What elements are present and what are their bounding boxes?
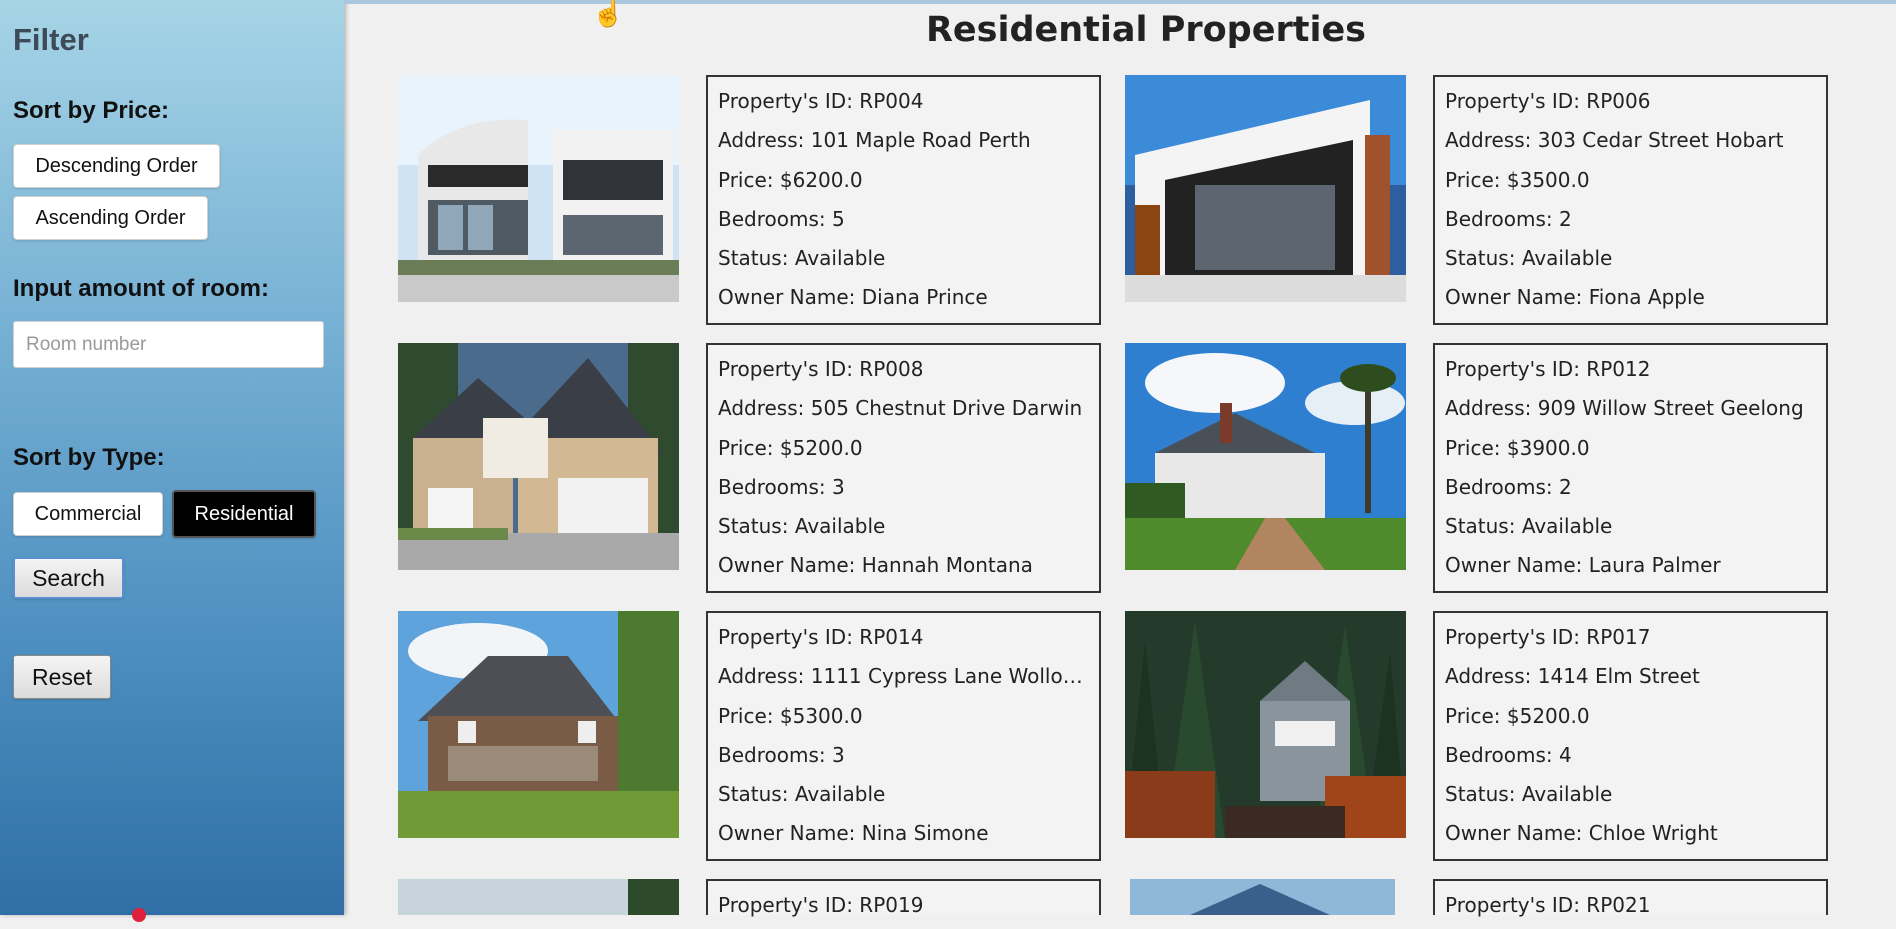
property-status: Status: Available	[718, 782, 886, 807]
property-owner: Owner Name: Fiona Apple	[1445, 285, 1705, 310]
property-photo-rp014[interactable]	[398, 611, 679, 838]
property-status: Status: Available	[718, 514, 886, 539]
property-owner: Owner Name: Diana Prince	[718, 285, 988, 310]
filter-sidebar: Filter Sort by Price: Descending Order A…	[0, 0, 344, 922]
property-address: Address: 909 Willow Street Geelong	[1445, 396, 1804, 421]
page-title: Residential Properties	[925, 10, 1367, 50]
property-photo-rp021[interactable]	[1130, 879, 1395, 915]
property-bedrooms: Bedrooms: 5	[718, 206, 845, 231]
sort-by-type-label: Sort by Type:	[13, 444, 165, 471]
property-photo-rp019[interactable]	[398, 879, 679, 915]
ascending-order-button[interactable]: Ascending Order	[13, 196, 208, 240]
property-status: Status: Available	[1445, 246, 1613, 271]
property-bedrooms: Bedrooms: 2	[1445, 206, 1572, 231]
property-photo-rp017[interactable]	[1125, 611, 1406, 838]
property-card-rp017: Property's ID: RP017 Address: 1414 Elm S…	[1433, 611, 1828, 861]
sort-by-price-label: Sort by Price:	[13, 97, 170, 124]
property-bedrooms: Bedrooms: 3	[718, 742, 845, 767]
property-id: Property's ID: RP004	[718, 89, 924, 113]
property-price: Price: $5200.0	[1445, 703, 1590, 728]
property-address: Address: 1111 Cypress Lane Wollongo...	[718, 664, 1090, 689]
property-owner: Owner Name: Nina Simone	[718, 821, 989, 846]
property-card-rp008: Property's ID: RP008 Address: 505 Chestn…	[706, 343, 1101, 593]
property-address: Address: 303 Cedar Street Hobart	[1445, 128, 1784, 153]
property-card-rp006: Property's ID: RP006 Address: 303 Cedar …	[1433, 75, 1828, 325]
property-status: Status: Available	[1445, 514, 1613, 539]
filter-title: Filter	[13, 22, 89, 57]
window-top-strip	[344, 0, 1896, 4]
property-photo-rp004[interactable]	[398, 75, 679, 302]
recording-dot	[132, 908, 146, 922]
property-price: Price: $3900.0	[1445, 435, 1590, 460]
property-id: Property's ID: RP008	[718, 357, 924, 381]
property-price: Price: $3500.0	[1445, 167, 1590, 192]
property-bedrooms: Bedrooms: 4	[1445, 742, 1572, 767]
property-card-rp004: Property's ID: RP004 Address: 101 Maple …	[706, 75, 1101, 325]
property-address: Address: 1414 Elm Street	[1445, 664, 1700, 689]
property-card-rp014: Property's ID: RP014 Address: 1111 Cypre…	[706, 611, 1101, 861]
property-id: Property's ID: RP021	[1445, 893, 1651, 917]
property-id: Property's ID: RP017	[1445, 625, 1651, 649]
residential-button[interactable]: Residential	[172, 490, 316, 538]
property-price: Price: $6200.0	[718, 167, 863, 192]
property-id: Property's ID: RP012	[1445, 357, 1651, 381]
commercial-button[interactable]: Commercial	[13, 492, 163, 536]
property-card-rp012: Property's ID: RP012 Address: 909 Willow…	[1433, 343, 1828, 593]
property-photo-rp008[interactable]	[398, 343, 679, 570]
search-button[interactable]: Search	[13, 557, 124, 599]
property-status: Status: Available	[718, 246, 886, 271]
property-price: Price: $5300.0	[718, 703, 863, 728]
property-price: Price: $5200.0	[718, 435, 863, 460]
room-amount-label: Input amount of room:	[13, 275, 269, 302]
property-bedrooms: Bedrooms: 2	[1445, 474, 1572, 499]
property-status: Status: Available	[1445, 782, 1613, 807]
reset-button[interactable]: Reset	[13, 655, 111, 699]
property-card-rp019: Property's ID: RP019	[706, 879, 1101, 917]
property-id: Property's ID: RP014	[718, 625, 924, 649]
room-number-input[interactable]	[13, 321, 324, 368]
property-card-rp021: Property's ID: RP021	[1433, 879, 1828, 917]
property-photo-rp012[interactable]	[1125, 343, 1406, 570]
descending-order-button[interactable]: Descending Order	[13, 144, 220, 188]
property-address: Address: 505 Chestnut Drive Darwin	[718, 396, 1083, 421]
property-address: Address: 101 Maple Road Perth	[718, 128, 1031, 153]
property-owner: Owner Name: Hannah Montana	[718, 553, 1033, 578]
property-owner: Owner Name: Laura Palmer	[1445, 553, 1721, 578]
property-id: Property's ID: RP019	[718, 893, 924, 917]
property-photo-rp006[interactable]	[1125, 75, 1406, 302]
property-owner: Owner Name: Chloe Wright	[1445, 821, 1718, 846]
property-bedrooms: Bedrooms: 3	[718, 474, 845, 499]
property-id: Property's ID: RP006	[1445, 89, 1651, 113]
